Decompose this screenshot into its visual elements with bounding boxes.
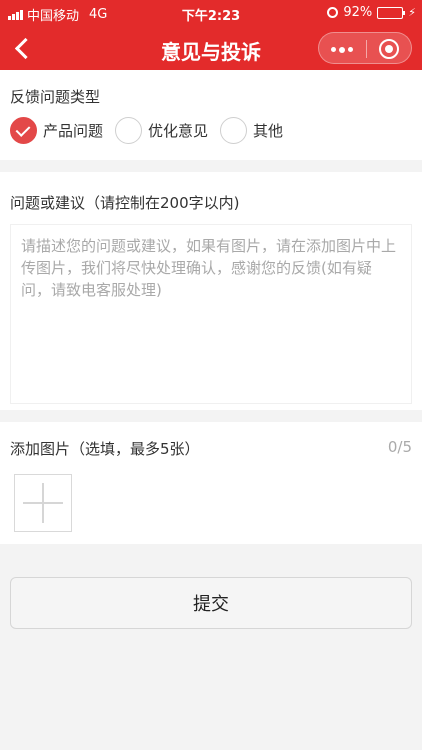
radio-unchecked-icon bbox=[115, 117, 143, 144]
status-right: 92% ⚡ bbox=[327, 5, 416, 20]
submit-button[interactable]: 提交 bbox=[10, 577, 412, 629]
battery-icon bbox=[377, 6, 406, 19]
radio-product-issue[interactable]: 产品问题 bbox=[10, 117, 103, 144]
suggestion-textarea[interactable] bbox=[10, 224, 412, 404]
nav-bar: 意见与投诉 bbox=[0, 26, 422, 70]
radio-unchecked-icon bbox=[220, 117, 248, 144]
feedback-type-options: 产品问题 优化意见 其他 bbox=[10, 117, 295, 144]
radio-other[interactable]: 其他 bbox=[220, 117, 283, 144]
feedback-type-section: 反馈问题类型 产品问题 优化意见 其他 bbox=[0, 70, 422, 160]
charging-icon: ⚡ bbox=[408, 6, 416, 19]
plus-icon bbox=[15, 475, 71, 531]
suggestion-label: 问题或建议（请控制在200字以内) bbox=[10, 194, 240, 212]
target-circle-icon[interactable] bbox=[379, 39, 399, 59]
radio-label: 其他 bbox=[253, 122, 284, 140]
radio-optimization[interactable]: 优化意见 bbox=[115, 117, 208, 144]
battery-percent: 92% bbox=[343, 5, 373, 20]
add-image-label: 添加图片（选填，最多5张） bbox=[10, 440, 200, 458]
radio-label: 产品问题 bbox=[43, 122, 104, 140]
add-image-button[interactable] bbox=[14, 474, 72, 532]
image-count: 0/5 bbox=[387, 438, 412, 456]
more-dots-icon[interactable] bbox=[331, 46, 353, 53]
add-image-section: 添加图片（选填，最多5张） 0/5 bbox=[0, 422, 422, 544]
capsule-divider bbox=[366, 40, 367, 58]
alarm-icon bbox=[327, 7, 339, 18]
radio-label: 优化意见 bbox=[148, 122, 209, 140]
suggestion-section: 问题或建议（请控制在200字以内) bbox=[0, 172, 422, 410]
radio-checked-icon bbox=[10, 117, 37, 144]
status-bar: 中国移动 4G 下午2:23 92% ⚡ bbox=[0, 0, 422, 26]
feedback-type-label: 反馈问题类型 bbox=[10, 88, 101, 106]
miniprogram-capsule bbox=[318, 32, 412, 64]
check-icon bbox=[15, 122, 31, 137]
